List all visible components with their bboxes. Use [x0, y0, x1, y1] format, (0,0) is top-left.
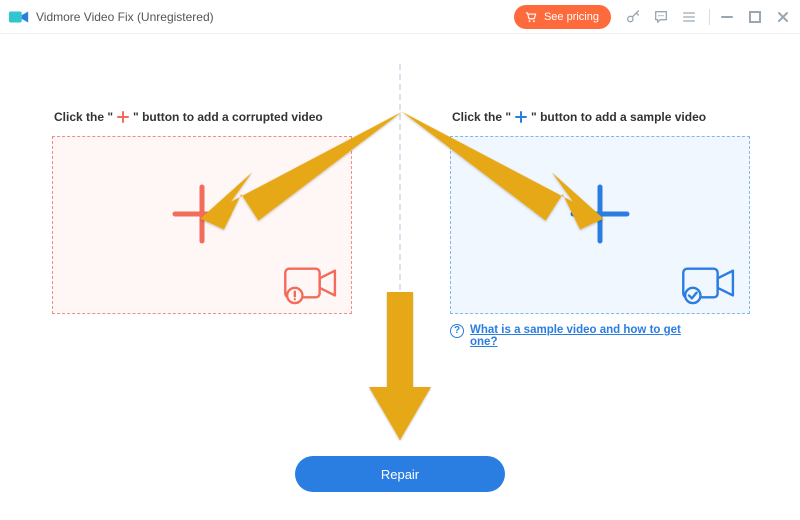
- app-logo-icon: [8, 6, 30, 28]
- pricing-label: See pricing: [544, 11, 599, 23]
- sample-help-row: ? What is a sample video and how to get …: [450, 324, 750, 348]
- plus-icon: [515, 111, 527, 123]
- content-area: Click the " " button to add a corrupted …: [0, 34, 800, 520]
- add-sample-dropzone[interactable]: [450, 136, 750, 314]
- repair-button[interactable]: Repair: [295, 456, 505, 492]
- ok-video-icon: [681, 263, 739, 305]
- close-icon[interactable]: [776, 10, 790, 24]
- vertical-divider: [399, 64, 401, 440]
- key-icon[interactable]: [625, 9, 641, 25]
- app-title: Vidmore Video Fix (Unregistered): [36, 10, 214, 24]
- corrupted-instruction-label: Click the " " button to add a corrupted …: [54, 110, 352, 124]
- cart-icon: [524, 10, 538, 24]
- sample-help-link[interactable]: What is a sample video and how to get on…: [470, 324, 710, 348]
- plus-icon: [167, 179, 237, 249]
- corrupted-video-column: Click the " " button to add a corrupted …: [52, 110, 352, 314]
- feedback-icon[interactable]: [653, 9, 669, 25]
- help-icon: ?: [450, 324, 464, 338]
- maximize-icon[interactable]: [748, 10, 762, 24]
- broken-video-icon: [283, 263, 341, 305]
- separator: [709, 9, 710, 25]
- titlebar: Vidmore Video Fix (Unregistered) See pri…: [0, 0, 800, 34]
- menu-icon[interactable]: [681, 9, 697, 25]
- see-pricing-button[interactable]: See pricing: [514, 5, 611, 29]
- plus-icon: [565, 179, 635, 249]
- minimize-icon[interactable]: [720, 10, 734, 24]
- plus-icon: [117, 111, 129, 123]
- add-corrupted-dropzone[interactable]: [52, 136, 352, 314]
- sample-video-column: Click the " " button to add a sample vid…: [450, 110, 750, 348]
- sample-instruction-label: Click the " " button to add a sample vid…: [452, 110, 750, 124]
